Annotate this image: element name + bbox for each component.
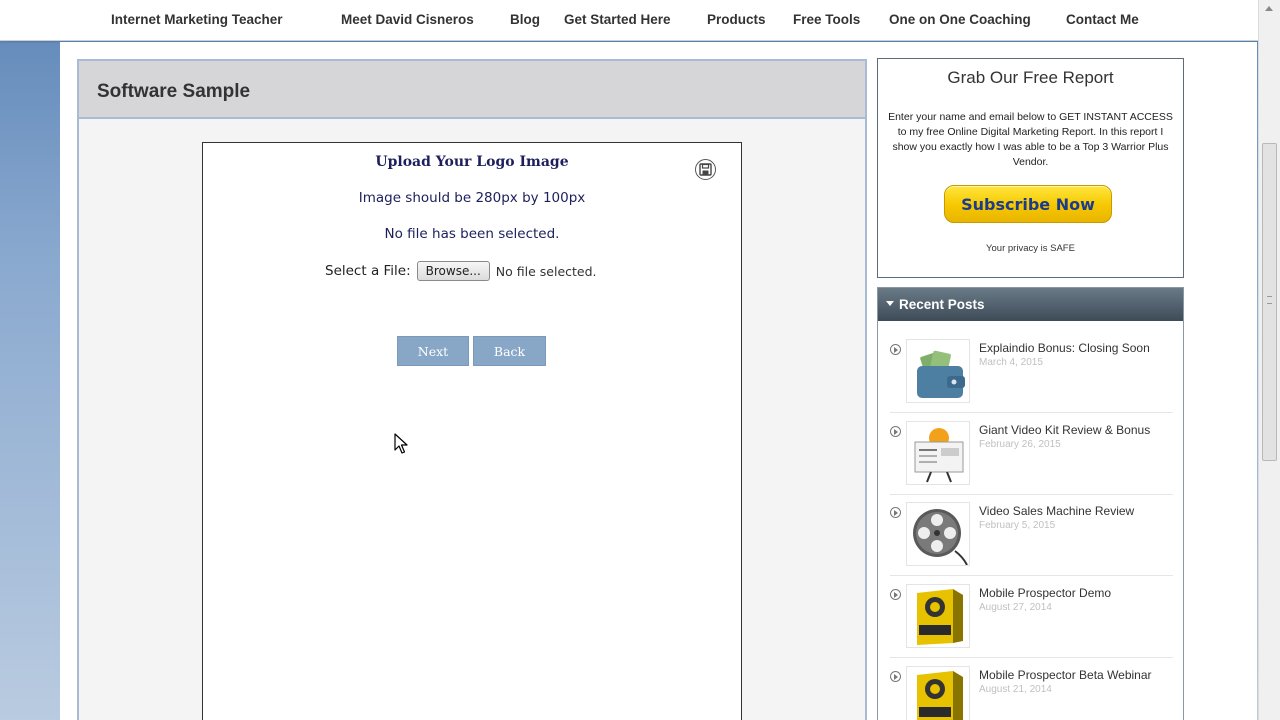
report-description: Enter your name and email below to GET I… [888,111,1173,168]
recent-post-item[interactable]: Mobile Prospector Demo August 27, 2014 [878,584,1183,666]
report-title: Grab Our Free Report [947,68,1114,87]
product-box-icon[interactable] [906,666,970,720]
file-select-row: Select a File: Browse... No file selecte… [325,261,597,281]
post-title[interactable]: Video Sales Machine Review [979,504,1179,518]
film-reel-icon[interactable] [906,502,970,566]
main-header: Software Sample [79,61,865,119]
post-title[interactable]: Mobile Prospector Demo [979,586,1179,600]
arrow-right-circle-icon [890,671,901,682]
software-sample-frame: Upload Your Logo Image Image should be 2… [202,142,742,720]
file-selection-status: No file has been selected. [384,226,560,242]
upload-heading: Upload Your Logo Image [375,154,569,170]
page-title: Software Sample [97,81,251,102]
recent-posts-widget: Recent Posts Explaindio Bonus: Closing S… [877,287,1184,720]
post-title[interactable]: Explaindio Bonus: Closing Soon [979,341,1179,355]
nav-item-internet-marketing-teacher[interactable]: Internet Marketing Teacher [111,12,283,27]
select-file-label: Select a File: [325,263,411,279]
recent-post-item[interactable]: Explaindio Bonus: Closing Soon March 4, … [878,339,1183,421]
back-button[interactable]: Back [473,336,546,366]
nav-item-contact-me[interactable]: Contact Me [1066,12,1139,27]
nav-item-free-tools[interactable]: Free Tools [793,12,860,27]
browse-button[interactable]: Browse... [416,261,490,281]
nav-item-get-started-here[interactable]: Get Started Here [564,12,671,27]
post-date: February 26, 2015 [979,439,1061,450]
post-date: August 27, 2014 [979,602,1052,613]
nav-item-meet-david-cisneros[interactable]: Meet David Cisneros [341,12,474,27]
post-divider [890,412,1173,413]
post-divider [890,494,1173,495]
recent-post-item[interactable]: Mobile Prospector Beta Webinar August 21… [878,666,1183,720]
scrollbar-thumb[interactable] [1262,143,1277,461]
nav-item-blog[interactable]: Blog [510,12,540,27]
post-title[interactable]: Mobile Prospector Beta Webinar [979,668,1179,682]
free-report-box: Grab Our Free Report Enter your name and… [877,58,1184,278]
newspaper-icon[interactable] [906,421,970,485]
wallet-icon[interactable] [906,339,970,403]
recent-post-item[interactable]: Giant Video Kit Review & Bonus February … [878,421,1183,503]
scroll-up-arrow-icon[interactable] [1265,6,1273,11]
floppy-disk-icon [699,163,712,176]
recent-post-item[interactable]: Video Sales Machine Review February 5, 2… [878,502,1183,584]
mouse-cursor-icon [394,433,408,454]
image-size-hint: Image should be 280px by 100px [358,190,586,206]
save-icon[interactable] [695,159,716,180]
page-scrollbar[interactable] [1258,0,1280,720]
top-navigation: Internet Marketing Teacher Meet David Ci… [0,0,1258,41]
product-box-icon[interactable] [906,584,970,648]
post-date: August 21, 2014 [979,684,1052,695]
recent-posts-header[interactable]: Recent Posts [878,288,1183,321]
post-divider [890,657,1173,658]
arrow-right-circle-icon [890,507,901,518]
post-date: March 4, 2015 [979,357,1043,368]
post-date: February 5, 2015 [979,520,1056,531]
nav-item-products[interactable]: Products [707,12,766,27]
arrow-right-circle-icon [890,426,901,437]
recent-posts-title: Recent Posts [899,297,985,312]
scroll-grip-icon [1267,296,1272,304]
post-title[interactable]: Giant Video Kit Review & Bonus [979,423,1179,437]
privacy-note: Your privacy is SAFE [986,243,1075,254]
post-divider [890,575,1173,576]
subscribe-now-button[interactable]: Subscribe Now [944,185,1112,223]
arrow-right-circle-icon [890,589,901,600]
arrow-right-circle-icon [890,344,901,355]
nav-item-one-on-one-coaching[interactable]: One on One Coaching [889,12,1031,27]
caret-down-icon [886,301,894,306]
file-input-status: No file selected. [495,263,597,279]
next-button[interactable]: Next [397,336,469,366]
